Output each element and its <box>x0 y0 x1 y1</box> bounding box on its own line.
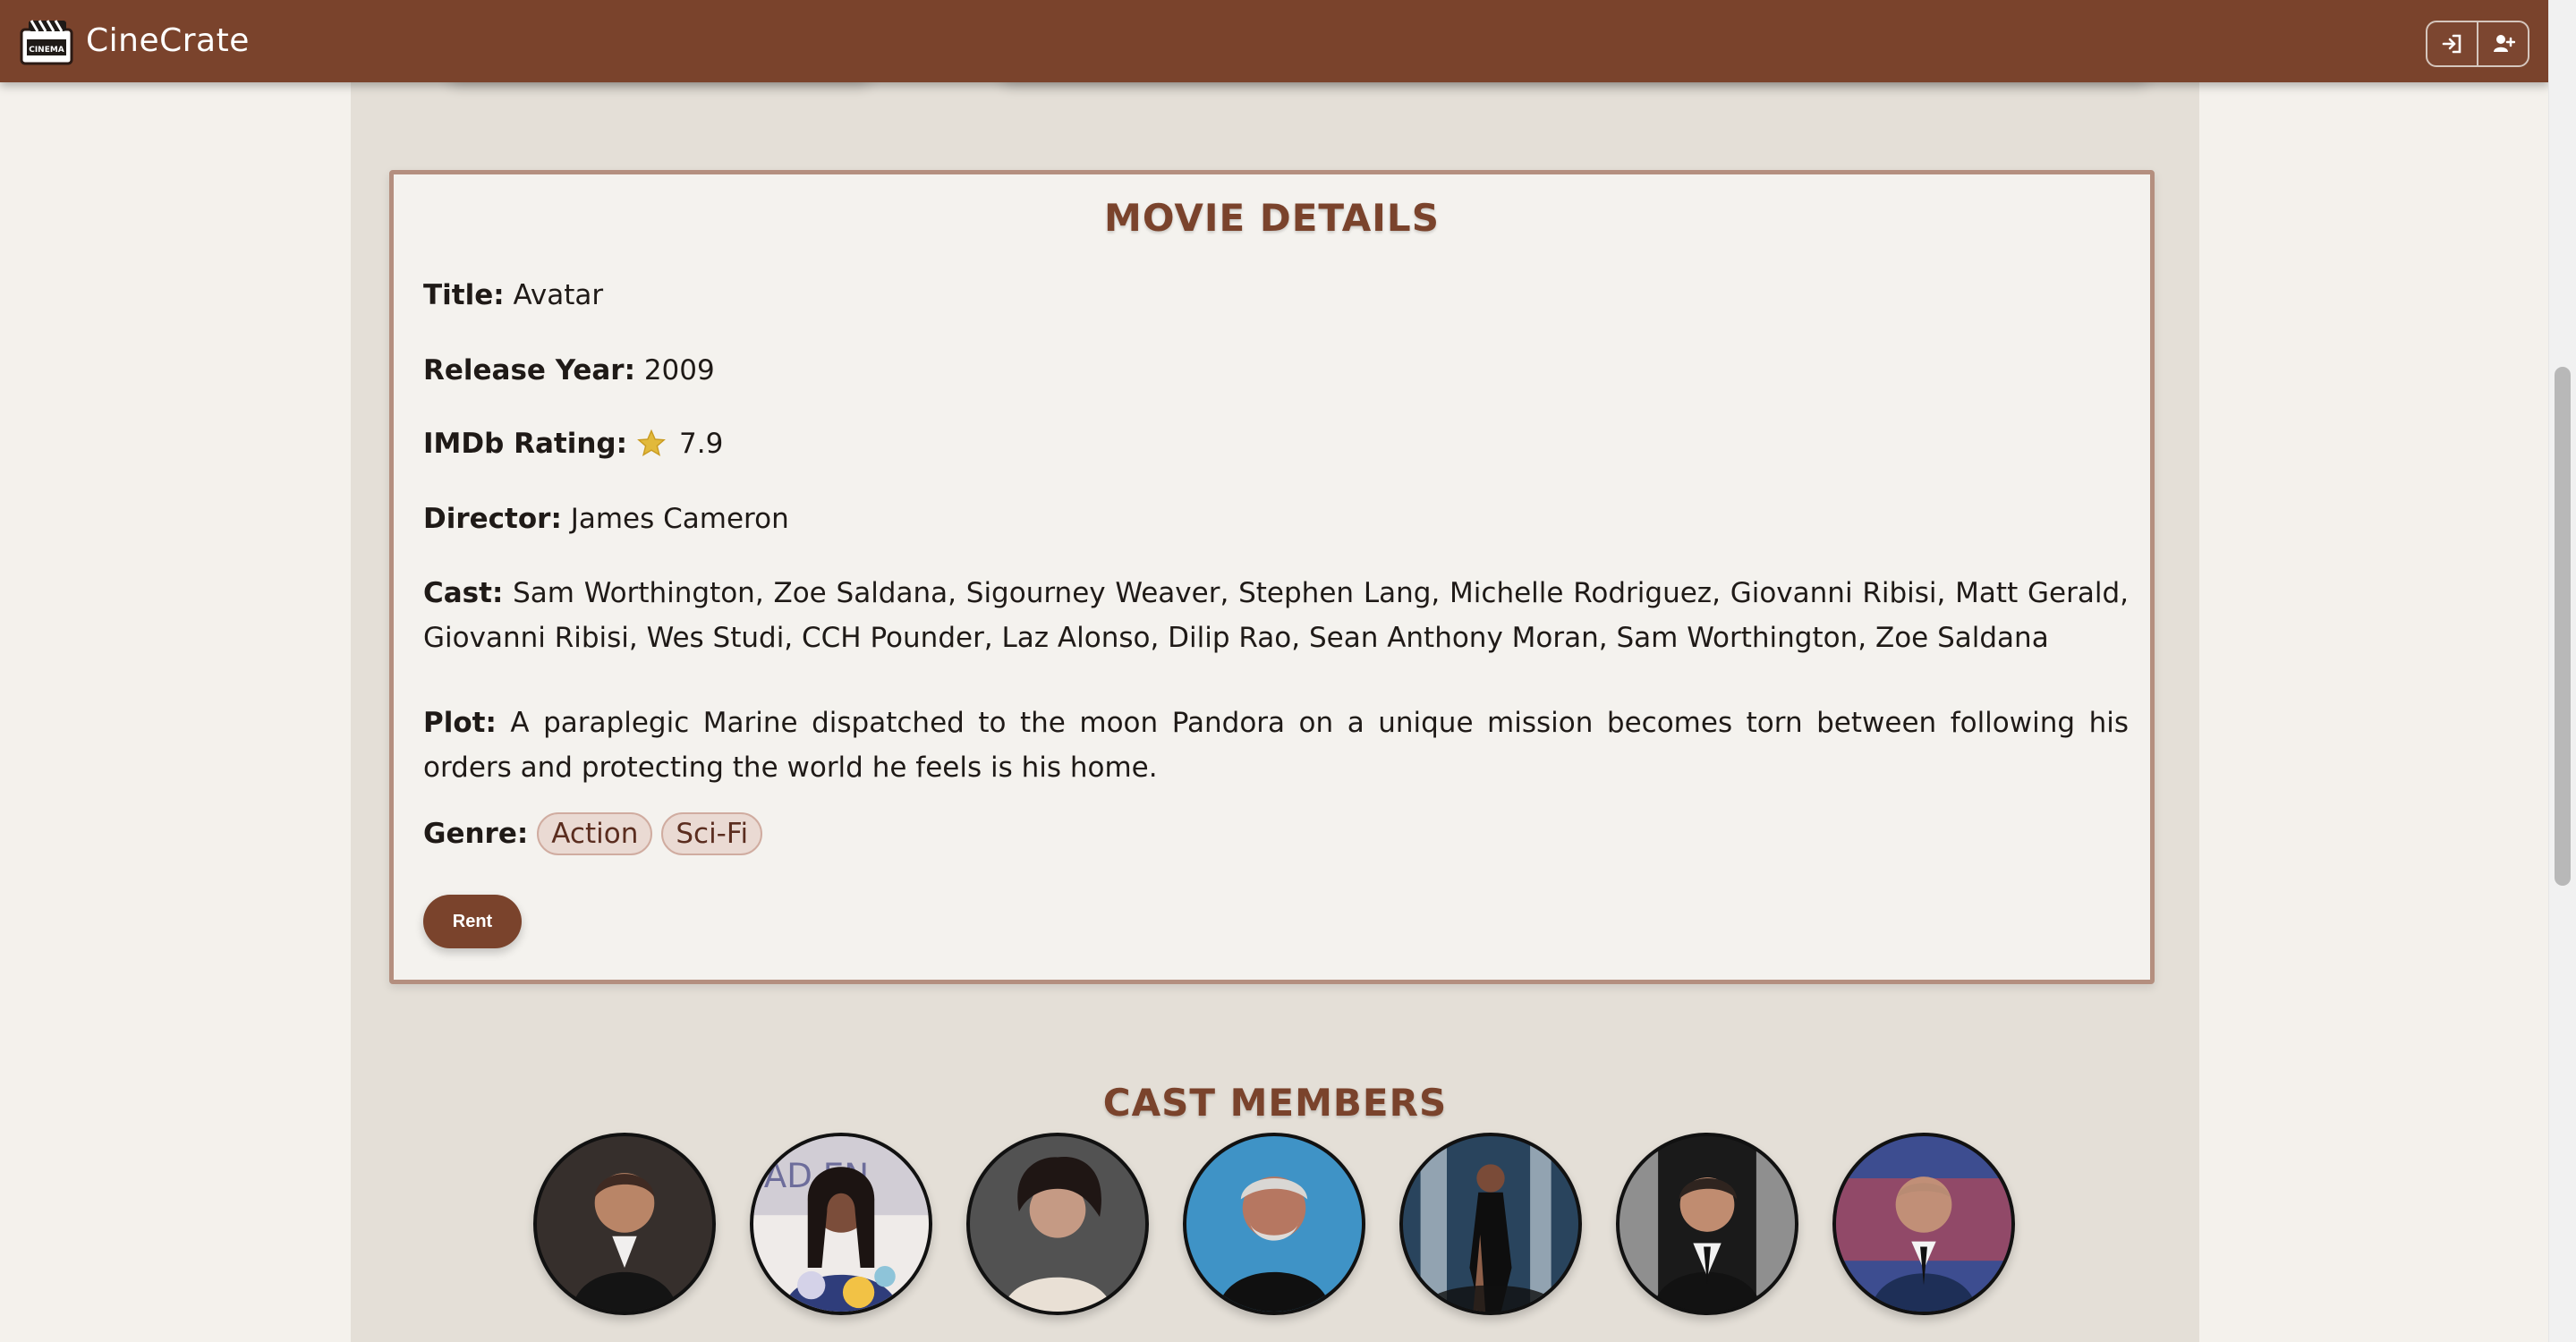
plot-label: Plot: <box>423 707 497 739</box>
title-row: Title: Avatar <box>423 273 603 318</box>
brand-link[interactable]: CINEMA CineCrate <box>20 16 250 66</box>
movie-page-content: MOVIE DETAILS Title: Avatar Release Year… <box>351 82 2199 1342</box>
login-button[interactable] <box>2427 22 2477 65</box>
cast-member-photo-7[interactable] <box>1832 1133 2015 1315</box>
cast-members-heading: CAST MEMBERS <box>1102 1080 1448 1125</box>
portrait-image-5 <box>1403 1136 1578 1312</box>
imdb-rating-value: 7.9 <box>679 428 724 460</box>
movie-title: Avatar <box>513 279 604 311</box>
genre-chip-sci-fi[interactable]: Sci-Fi <box>661 812 763 855</box>
cast-members-row: AD EN <box>533 1133 2019 1326</box>
top-navbar: CINEMA CineCrate <box>0 0 2549 82</box>
cinema-logo-icon: CINEMA <box>20 20 73 65</box>
release-year-label: Release Year: <box>423 354 635 386</box>
portrait-image-1 <box>537 1136 712 1312</box>
genre-label: Genre: <box>423 818 529 850</box>
imdb-rating-row: IMDb Rating: 7.9 <box>423 421 723 466</box>
imdb-rating-label: IMDb Rating: <box>423 428 627 460</box>
scrollbar-thumb[interactable] <box>2555 367 2571 886</box>
cast-list: Sam Worthington, Zoe Saldana, Sigourney … <box>423 577 2129 654</box>
auth-button-group <box>2426 21 2529 67</box>
portrait-image-7 <box>1836 1136 2011 1312</box>
star-icon <box>637 429 666 456</box>
director-label: Director: <box>423 503 562 535</box>
cast-label: Cast: <box>423 577 504 609</box>
genre-chip-action[interactable]: Action <box>537 812 653 855</box>
portrait-image-2: AD EN <box>753 1136 929 1312</box>
director-row: Director: James Cameron <box>423 497 789 541</box>
brand-name: CineCrate <box>86 22 250 59</box>
movie-details-heading: MOVIE DETAILS <box>1104 196 1440 240</box>
cast-member-photo-5[interactable] <box>1399 1133 1582 1315</box>
cast-row: Cast: Sam Worthington, Zoe Saldana, Sigo… <box>423 571 2129 660</box>
user-plus-icon <box>2493 35 2515 52</box>
logo-text: CINEMA <box>29 46 64 55</box>
cast-member-photo-3[interactable] <box>966 1133 1149 1315</box>
movie-details-card: MOVIE DETAILS Title: Avatar Release Year… <box>389 170 2155 984</box>
plot-row: Plot: A paraplegic Marine dispatched to … <box>423 701 2129 790</box>
register-button[interactable] <box>2477 22 2528 65</box>
rent-button[interactable]: Rent <box>423 895 522 948</box>
portrait-image-6 <box>1620 1136 1795 1312</box>
release-year: 2009 <box>643 354 715 386</box>
title-label: Title: <box>423 279 505 311</box>
vertical-scrollbar[interactable] <box>2548 0 2576 1342</box>
director-name: James Cameron <box>570 503 789 535</box>
cast-member-photo-1[interactable] <box>533 1133 716 1315</box>
plot-summary: A paraplegic Marine dispatched to the mo… <box>423 707 2129 784</box>
cast-member-photo-6[interactable] <box>1616 1133 1798 1315</box>
genre-row: Genre: Action Sci-Fi <box>423 811 763 856</box>
portrait-image-3 <box>970 1136 1145 1312</box>
release-year-row: Release Year: 2009 <box>423 348 715 393</box>
sign-in-icon <box>2442 34 2461 54</box>
portrait-image-4 <box>1186 1136 1362 1312</box>
cast-member-photo-4[interactable] <box>1183 1133 1365 1315</box>
cast-member-photo-2[interactable]: AD EN <box>750 1133 932 1315</box>
